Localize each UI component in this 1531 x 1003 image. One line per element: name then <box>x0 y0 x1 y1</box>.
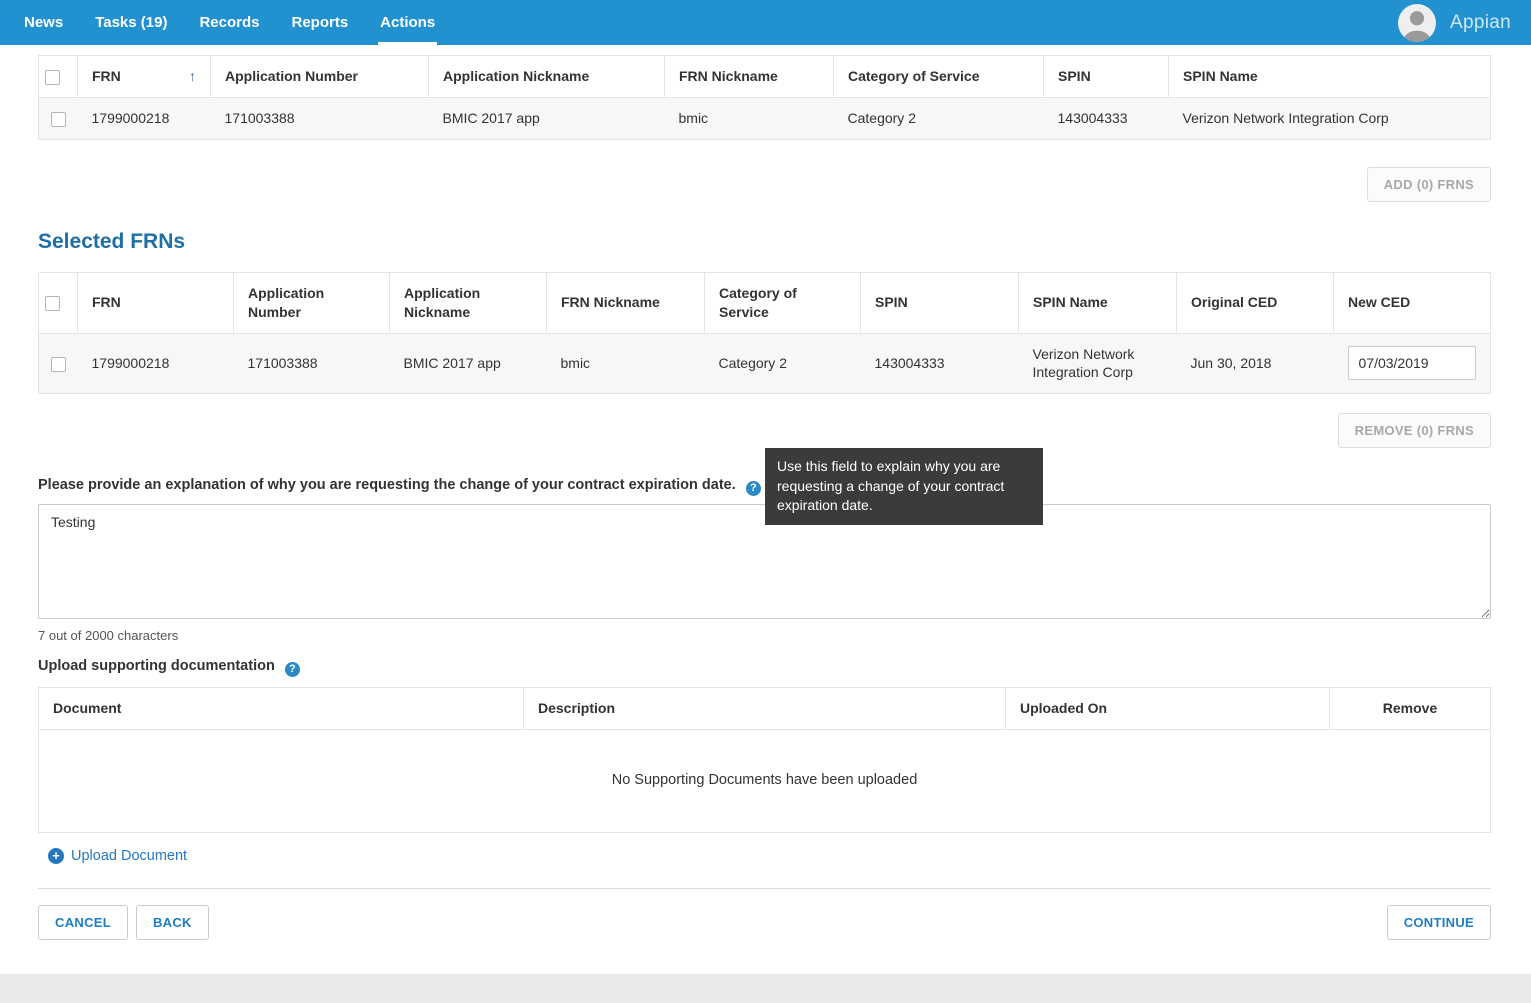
column-header-application-number[interactable]: Application Number <box>211 56 429 98</box>
back-button[interactable]: BACK <box>136 905 209 940</box>
column-header-frn[interactable]: FRN ↑ <box>78 56 211 98</box>
column-header-spin-name[interactable]: SPIN Name <box>1169 56 1491 98</box>
available-frns-header-row: FRN ↑ Application Number Application Nick… <box>39 56 1491 98</box>
cell-category-of-service: Category 2 <box>705 333 861 394</box>
cell-frn: 1799000218 <box>78 97 211 139</box>
upload-document-link[interactable]: Upload Document <box>71 848 187 864</box>
column-header-spin[interactable]: SPIN <box>861 272 1019 333</box>
cell-spin: 143004333 <box>861 333 1019 394</box>
footer-buttons: CANCEL BACK CONTINUE <box>38 905 1491 940</box>
nav-right: Appian <box>1398 0 1515 45</box>
selected-frns-header-row: FRN Application Number Application Nickn… <box>39 272 1491 333</box>
column-header-spin[interactable]: SPIN <box>1044 56 1169 98</box>
upload-documentation-label: Upload supporting documentation <box>38 658 275 674</box>
cell-spin-name: Verizon Network Integration Corp <box>1169 97 1491 139</box>
add-frns-button[interactable]: ADD (0) FRNS <box>1367 167 1491 202</box>
cancel-button[interactable]: CANCEL <box>38 905 128 940</box>
column-header-frn[interactable]: FRN <box>78 272 234 333</box>
cell-application-nickname: BMIC 2017 app <box>390 333 547 394</box>
column-header-document: Document <box>39 688 524 730</box>
cell-application-number: 171003388 <box>211 97 429 139</box>
cell-new-ced <box>1334 333 1491 394</box>
nav-item-news[interactable]: News <box>8 0 79 45</box>
brand-logo: Appian <box>1450 12 1511 34</box>
explanation-label-row: Please provide an explanation of why you… <box>38 477 1491 496</box>
column-header-frn-nickname[interactable]: FRN Nickname <box>547 272 705 333</box>
column-header-original-ced[interactable]: Original CED <box>1177 272 1334 333</box>
person-icon <box>1398 4 1436 42</box>
column-header-category-of-service[interactable]: Category of Service <box>705 272 861 333</box>
upload-document-row: + Upload Document <box>38 833 1491 878</box>
column-header-new-ced[interactable]: New CED <box>1334 272 1491 333</box>
column-header-description: Description <box>524 688 1006 730</box>
select-all-checkbox[interactable] <box>45 296 60 311</box>
select-all-checkbox[interactable] <box>45 70 60 85</box>
nav-items: News Tasks (19) Records Reports Actions <box>8 0 451 45</box>
column-header-category-of-service[interactable]: Category of Service <box>834 56 1044 98</box>
top-nav: News Tasks (19) Records Reports Actions … <box>0 0 1531 45</box>
cell-frn-nickname: bmic <box>547 333 705 394</box>
cell-spin: 143004333 <box>1044 97 1169 139</box>
column-header-application-nickname[interactable]: Application Nickname <box>390 272 547 333</box>
cell-frn: 1799000218 <box>78 333 234 394</box>
documents-table: Document Description Uploaded On Remove … <box>38 687 1491 832</box>
sort-ascending-icon[interactable]: ↑ <box>189 67 196 86</box>
main-content: FRN ↑ Application Number Application Nick… <box>0 45 1531 974</box>
help-icon[interactable]: ? <box>746 481 761 496</box>
footer-divider <box>38 888 1491 889</box>
user-avatar[interactable] <box>1398 4 1436 42</box>
plus-circle-icon: + <box>48 848 64 864</box>
column-header-spin-name[interactable]: SPIN Name <box>1019 272 1177 333</box>
cell-category-of-service: Category 2 <box>834 97 1044 139</box>
empty-documents-message: No Supporting Documents have been upload… <box>39 730 1491 833</box>
table-row: 1799000218 171003388 BMIC 2017 app bmic … <box>39 97 1491 139</box>
nav-item-actions[interactable]: Actions <box>364 0 451 45</box>
cell-frn-nickname: bmic <box>665 97 834 139</box>
character-counter: 7 out of 2000 characters <box>38 628 1491 643</box>
new-ced-input[interactable] <box>1348 346 1477 380</box>
cell-application-number: 171003388 <box>234 333 390 394</box>
row-checkbox[interactable] <box>51 357 66 372</box>
nav-item-records[interactable]: Records <box>183 0 275 45</box>
cell-spin-name: Verizon Network Integration Corp <box>1019 333 1177 394</box>
nav-item-tasks[interactable]: Tasks (19) <box>79 0 183 45</box>
empty-documents-row: No Supporting Documents have been upload… <box>39 730 1491 833</box>
selected-frns-title: Selected FRNs <box>38 230 1491 254</box>
column-header-application-nickname[interactable]: Application Nickname <box>429 56 665 98</box>
column-header-application-number[interactable]: Application Number <box>234 272 390 333</box>
column-header-remove: Remove <box>1330 688 1491 730</box>
column-header-frn-nickname[interactable]: FRN Nickname <box>665 56 834 98</box>
explanation-label: Please provide an explanation of why you… <box>38 477 736 493</box>
help-icon[interactable]: ? <box>285 662 300 677</box>
nav-item-reports[interactable]: Reports <box>275 0 364 45</box>
column-header-label: FRN <box>92 68 121 84</box>
cell-application-nickname: BMIC 2017 app <box>429 97 665 139</box>
row-checkbox[interactable] <box>51 112 66 127</box>
column-header-uploaded-on: Uploaded On <box>1006 688 1330 730</box>
available-frns-table: FRN ↑ Application Number Application Nick… <box>38 55 1491 140</box>
selected-frns-table: FRN Application Number Application Nickn… <box>38 272 1491 395</box>
documents-header-row: Document Description Uploaded On Remove <box>39 688 1491 730</box>
cell-original-ced: Jun 30, 2018 <box>1177 333 1334 394</box>
help-tooltip: Use this field to explain why you are re… <box>765 448 1043 525</box>
upload-label-row: Upload supporting documentation ? <box>38 658 1491 677</box>
table-row: 1799000218 171003388 BMIC 2017 app bmic … <box>39 333 1491 394</box>
continue-button[interactable]: CONTINUE <box>1387 905 1491 940</box>
remove-frns-button[interactable]: REMOVE (0) FRNS <box>1338 413 1491 448</box>
